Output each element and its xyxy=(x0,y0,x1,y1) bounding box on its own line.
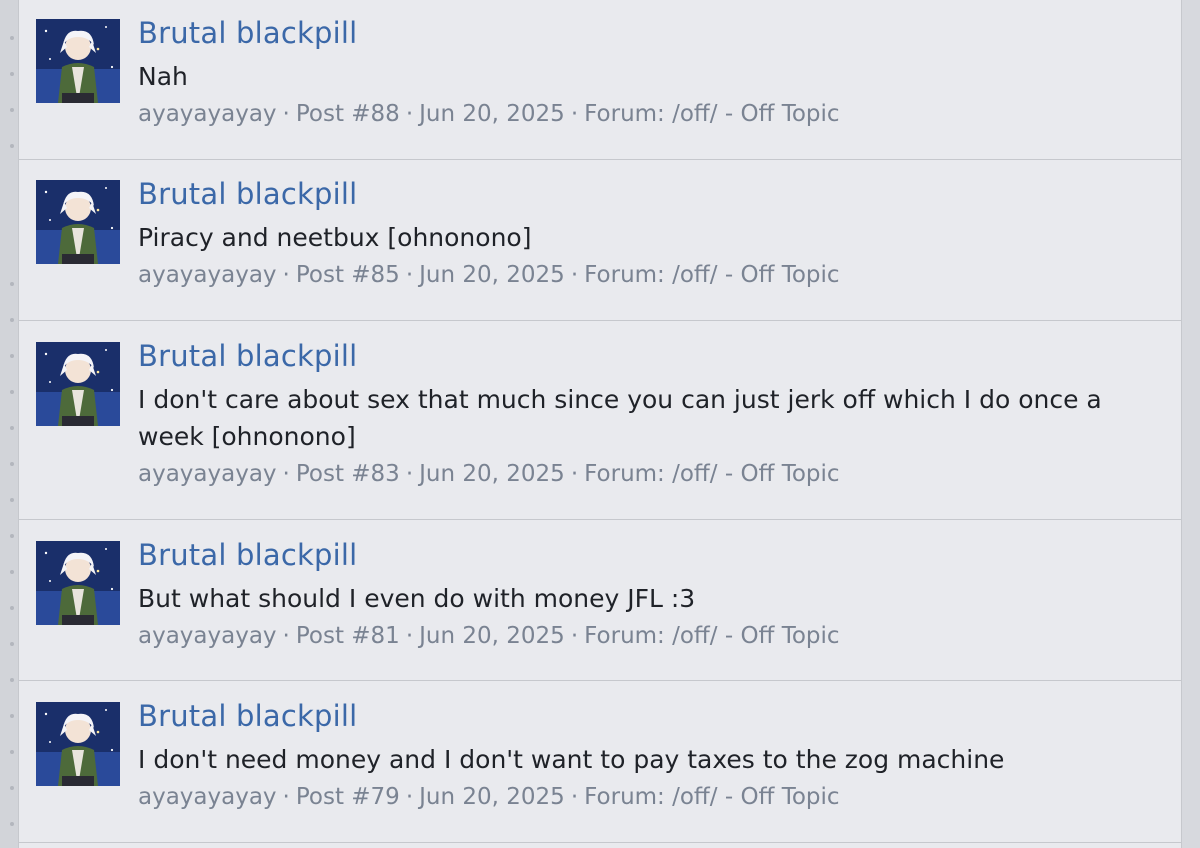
meta-separator: · xyxy=(282,623,290,649)
avatar[interactable] xyxy=(36,702,120,786)
result-body: Brutal blackpill I don't need money and … xyxy=(138,699,1161,812)
gutter-dot xyxy=(10,354,14,358)
search-result-item: Brutal blackpill Piracy and neetbux [ohn… xyxy=(19,160,1181,321)
meta-separator: · xyxy=(405,623,414,649)
result-body: Brutal blackpill Nah ayayayayay · Post #88… xyxy=(138,16,1161,129)
gutter-dot xyxy=(10,108,14,112)
gutter-dot xyxy=(10,534,14,538)
post-date: Jun 20, 2025 xyxy=(419,461,565,487)
result-body: Brutal blackpill Piracy and neetbux [ohn… xyxy=(138,177,1161,290)
meta-separator: · xyxy=(282,101,290,127)
gutter-dot xyxy=(10,462,14,466)
search-result-item: Brutal blackpill I don't care about sex … xyxy=(19,321,1181,520)
gutter-dot xyxy=(10,282,14,286)
author-link[interactable]: ayayayayay xyxy=(138,784,277,810)
meta-separator: · xyxy=(570,623,579,649)
post-date: Jun 20, 2025 xyxy=(419,623,565,649)
avatar-image-icon xyxy=(36,180,120,264)
search-result-item: Brutal blackpill But what should I even … xyxy=(19,520,1181,681)
result-meta: ayayayayay · Post #81 · Jun 20, 2025 · Forum: … xyxy=(138,621,1161,651)
gutter-dot xyxy=(10,72,14,76)
post-date: Jun 20, 2025 xyxy=(419,101,565,127)
meta-separator: · xyxy=(282,461,290,487)
gutter-dot xyxy=(10,318,14,322)
thread-title-link[interactable]: Brutal blackpill xyxy=(138,339,1161,373)
avatar[interactable] xyxy=(36,541,120,625)
gutter-dot xyxy=(10,390,14,394)
gutter-dot xyxy=(10,642,14,646)
result-meta: ayayayayay · Post #79 · Jun 20, 2025 · Forum: … xyxy=(138,782,1161,812)
post-number-link[interactable]: Post #88 xyxy=(296,101,400,127)
meta-separator: · xyxy=(405,262,414,288)
forum-link[interactable]: Forum: /off/ - Off Topic xyxy=(584,784,839,810)
gutter-dot xyxy=(10,498,14,502)
forum-link[interactable]: Forum: /off/ - Off Topic xyxy=(584,623,839,649)
result-meta: ayayayayay · Post #88 · Jun 20, 2025 · Forum: … xyxy=(138,99,1161,129)
left-gutter xyxy=(0,0,18,848)
post-number-link[interactable]: Post #81 xyxy=(296,623,400,649)
meta-separator: · xyxy=(282,784,290,810)
meta-separator: · xyxy=(405,461,414,487)
post-snippet: I don't need money and I don't want to p… xyxy=(138,745,1005,774)
post-snippet: Piracy and neetbux [ohnonono] xyxy=(138,223,532,252)
avatar[interactable] xyxy=(36,180,120,264)
meta-separator: · xyxy=(570,784,579,810)
forum-link[interactable]: Forum: /off/ - Off Topic xyxy=(584,101,839,127)
post-number-link[interactable]: Post #85 xyxy=(296,262,400,288)
post-snippet: But what should I even do with money JFL… xyxy=(138,584,696,613)
post-number-link[interactable]: Post #83 xyxy=(296,461,400,487)
result-meta: ayayayayay · Post #85 · Jun 20, 2025 · Forum: … xyxy=(138,260,1161,290)
post-number-link[interactable]: Post #79 xyxy=(296,784,400,810)
result-body: Brutal blackpill I don't care about sex … xyxy=(138,339,1161,489)
gutter-dot xyxy=(10,822,14,826)
avatar-image-icon xyxy=(36,541,120,625)
author-link[interactable]: ayayayayay xyxy=(138,262,277,288)
author-link[interactable]: ayayayayay xyxy=(138,461,277,487)
page: Brutal blackpill Nah ayayayayay · Post #88… xyxy=(0,0,1200,848)
gutter-dot xyxy=(10,678,14,682)
avatar[interactable] xyxy=(36,19,120,103)
search-result-item: Brutal blackpill Nah ayayayayay · Post #88… xyxy=(19,0,1181,160)
post-snippet: Nah xyxy=(138,62,188,91)
gutter-dot xyxy=(10,786,14,790)
post-date: Jun 20, 2025 xyxy=(419,784,565,810)
avatar-image-icon xyxy=(36,342,120,426)
post-date: Jun 20, 2025 xyxy=(419,262,565,288)
post-snippet: I don't care about sex that much since y… xyxy=(138,385,1102,451)
thread-title-link[interactable]: Brutal blackpill xyxy=(138,699,1161,733)
meta-separator: · xyxy=(405,101,414,127)
thread-title-link[interactable]: Brutal blackpill xyxy=(138,177,1161,211)
gutter-dot xyxy=(10,570,14,574)
result-body: Brutal blackpill But what should I even … xyxy=(138,538,1161,651)
gutter-dot xyxy=(10,426,14,430)
meta-separator: · xyxy=(405,784,414,810)
forum-link[interactable]: Forum: /off/ - Off Topic xyxy=(584,461,839,487)
gutter-dot xyxy=(10,606,14,610)
search-results-list: Brutal blackpill Nah ayayayayay · Post #88… xyxy=(18,0,1182,848)
thread-title-link[interactable]: Brutal blackpill xyxy=(138,16,1161,50)
gutter-dot xyxy=(10,750,14,754)
gutter-dot xyxy=(10,714,14,718)
meta-separator: · xyxy=(570,262,579,288)
gutter-dot xyxy=(10,36,14,40)
meta-separator: · xyxy=(570,101,579,127)
thread-title-link[interactable]: Brutal blackpill xyxy=(138,538,1161,572)
gutter-dot xyxy=(10,144,14,148)
avatar[interactable] xyxy=(36,342,120,426)
avatar-image-icon xyxy=(36,19,120,103)
avatar-image-icon xyxy=(36,702,120,786)
author-link[interactable]: ayayayayay xyxy=(138,623,277,649)
meta-separator: · xyxy=(282,262,290,288)
author-link[interactable]: ayayayayay xyxy=(138,101,277,127)
search-result-item: Brutal blackpill I don't need money and … xyxy=(19,681,1181,843)
right-gutter xyxy=(1182,0,1200,848)
forum-link[interactable]: Forum: /off/ - Off Topic xyxy=(584,262,839,288)
result-meta: ayayayayay · Post #83 · Jun 20, 2025 · Forum: … xyxy=(138,459,1161,489)
meta-separator: · xyxy=(570,461,579,487)
